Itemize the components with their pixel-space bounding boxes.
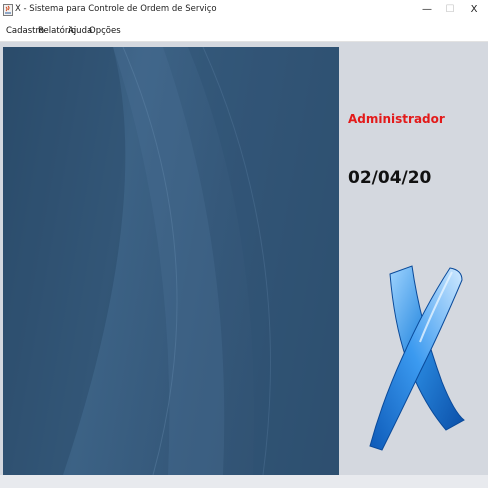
window-title: X - Sistema para Controle de Ordem de Se… [15,4,217,14]
title-bar[interactable]: X - Sistema para Controle de Ordem de Se… [0,0,488,22]
menu-opcoes[interactable]: Opções [89,26,121,36]
maximize-button[interactable]: ☐ [440,3,460,17]
close-button[interactable]: X [464,3,484,17]
current-date-label: 02/04/20 [348,168,432,188]
menu-bar: Cadastro Relatório Ajuda Opções [0,22,488,42]
java-app-icon [3,4,13,16]
desktop-pane[interactable] [3,47,339,475]
status-strip [0,475,488,488]
minimize-button[interactable]: — [417,3,437,17]
logged-user-label: Administrador [348,112,445,126]
desktop-wallpaper [3,47,339,475]
x-logo-icon [369,265,465,451]
